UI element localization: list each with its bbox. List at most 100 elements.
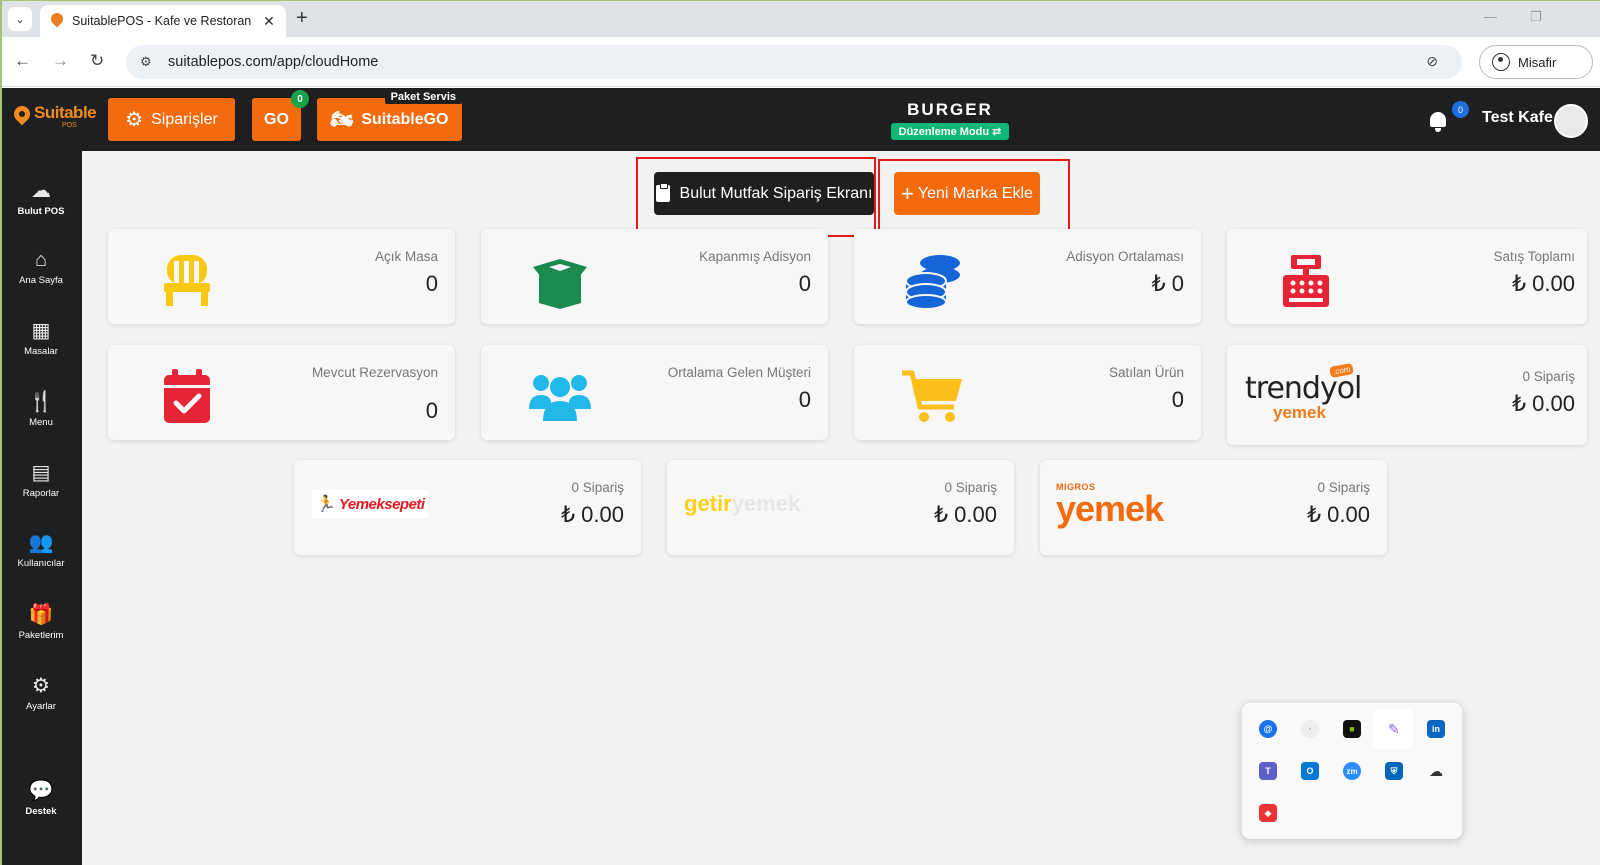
sidebar-item-kullanicilar[interactable]: 👥 Kullanıcılar — [2, 531, 80, 569]
chat-icon: 💬 — [28, 780, 54, 802]
gears-icon: ⚙ — [125, 109, 144, 131]
tray-app-icon[interactable]: @ — [1259, 720, 1277, 738]
sidebar-item-masalar[interactable]: ▦ Masalar — [2, 319, 80, 357]
outlook-icon[interactable]: O — [1301, 762, 1319, 780]
chair-icon — [154, 253, 220, 309]
brand-name: BURGER — [907, 100, 993, 119]
sidebar-item-label: Menu — [29, 417, 53, 428]
calendar-check-icon — [154, 369, 220, 425]
app-header: Suitable POS ⚙ Siparişler GO 0 🏍 Suitabl… — [2, 88, 1600, 151]
migros-logo-b: yemek — [1056, 488, 1164, 529]
integration-card-getir[interactable]: getiryemek 0 Sipariş ₺ 0.00 — [667, 460, 1014, 555]
tab-close-icon[interactable]: ✕ — [260, 13, 278, 30]
new-tab-button[interactable]: + — [296, 7, 308, 30]
sidebar-item-destek[interactable]: 💬 Destek — [2, 779, 80, 817]
sidebar-item-label: Bulut POS — [17, 206, 65, 217]
anydesk-icon[interactable]: ◆ — [1259, 804, 1277, 822]
user-name[interactable]: Test Kafe — [1482, 109, 1553, 127]
integration-amount: ₺ 0.00 — [561, 502, 624, 527]
running-man-icon: 🏃 — [316, 496, 336, 513]
stat-value: 0 — [798, 271, 811, 296]
teams-icon[interactable]: T — [1259, 762, 1277, 780]
stat-card-closed-checks: Kapanmış Adisyon 0 — [481, 229, 828, 324]
sidebar: ☁ Bulut POS ⌂ Ana Sayfa ▦ Masalar 🍴 Menu… — [2, 151, 82, 865]
yemeksepeti-logo-text: Yemeksepeti — [338, 495, 425, 513]
stat-label: Satılan Ürün — [1108, 365, 1184, 380]
linkedin-icon[interactable]: in — [1427, 720, 1445, 738]
stat-card-avg-customers: Ortalama Gelen Müşteri 0 — [481, 345, 828, 440]
stat-card-total-sales: Satış Toplamı ₺ 0.00 — [1227, 229, 1587, 324]
integration-card-trendyol[interactable]: trendyol yemek .com 0 Sipariş ₺ 0.00 — [1227, 345, 1587, 445]
suitablego-button[interactable]: 🏍 SuitableGO Paket Servis — [317, 90, 462, 141]
tab-title: SuitablePOS - Kafe ve Restoran — [72, 14, 252, 28]
profile-button[interactable]: Misafir — [1479, 45, 1593, 79]
home-icon: ⌂ — [34, 249, 48, 271]
sidebar-item-bulut-pos[interactable]: ☁ Bulut POS — [2, 179, 80, 217]
orders-button[interactable]: ⚙ Siparişler — [108, 98, 235, 141]
cash-register-icon — [1273, 253, 1339, 309]
sidebar-item-label: Paketlerim — [18, 630, 64, 641]
minimize-icon[interactable]: — — [1484, 9, 1497, 24]
integration-orders: 0 Sipariş — [571, 480, 624, 495]
stat-label: Mevcut Rezervasyon — [311, 365, 438, 380]
onedrive-offline-icon[interactable]: ☁ — [1427, 762, 1445, 780]
nvidia-icon[interactable]: ■ — [1343, 720, 1361, 738]
edit-mode-toggle[interactable]: Düzenleme Modu ⇄ — [890, 123, 1010, 140]
integration-amount: ₺ 0.00 — [934, 502, 997, 527]
open-box-icon — [527, 253, 593, 309]
stat-card-open-tables: Açık Masa 0 — [108, 229, 455, 324]
table-icon: ▦ — [31, 320, 51, 342]
suitable-logo[interactable]: Suitable POS — [12, 104, 97, 130]
integration-card-yemeksepeti[interactable]: 🏃 Yemeksepeti 0 Sipariş ₺ 0.00 — [294, 460, 641, 555]
system-tray-popup: @ · ■ ✎ in T O zm ⛨ ☁ ◆ — [1242, 703, 1462, 839]
integration-amount: ₺ 0.00 — [1307, 502, 1370, 527]
trendyol-logo-main: trendyol — [1245, 371, 1362, 406]
orders-label: Siparişler — [151, 110, 218, 128]
stat-label: Ortalama Gelen Müşteri — [667, 365, 811, 380]
zoom-icon[interactable]: zm — [1343, 762, 1361, 780]
users-icon: 👥 — [28, 532, 54, 554]
sidebar-item-menu[interactable]: 🍴 Menu — [2, 390, 80, 428]
pin-logo-icon — [12, 104, 32, 130]
tab-search-button[interactable]: ⌄ — [8, 7, 32, 31]
sidebar-item-paketlerim[interactable]: 🎁 Paketlerim — [2, 603, 80, 641]
highlight-frame-new-brand — [878, 159, 1070, 233]
reload-icon[interactable]: ↻ — [90, 51, 104, 71]
stat-value: 0 — [425, 271, 438, 296]
site-settings-icon[interactable]: ⚙ — [140, 54, 156, 70]
stat-value: ₺ 0.00 — [1512, 271, 1575, 296]
tray-blank-icon[interactable]: · — [1301, 720, 1319, 738]
cloud-icon: ☁ — [31, 180, 51, 202]
person-icon — [1492, 53, 1510, 71]
cart-icon — [900, 369, 966, 425]
stat-value: ₺ 0 — [1151, 271, 1184, 296]
integration-orders: 0 Sipariş — [1317, 480, 1370, 495]
defender-icon[interactable]: ⛨ — [1385, 762, 1403, 780]
bell-icon[interactable] — [1428, 110, 1448, 132]
go-button[interactable]: GO 0 — [252, 90, 309, 141]
sidebar-item-label: Kullanıcılar — [17, 558, 65, 569]
browser-tab[interactable]: SuitablePOS - Kafe ve Restoran ✕ — [40, 5, 286, 37]
restore-icon[interactable]: ❐ — [1530, 9, 1542, 25]
utensils-icon: 🍴 — [28, 391, 54, 413]
getir-yemek-logo: getiryemek — [684, 491, 800, 517]
migros-yemek-logo: MIGROS yemek — [1056, 482, 1164, 529]
tracking-protection-icon[interactable]: ⊘ — [1426, 53, 1438, 70]
avatar[interactable] — [1554, 104, 1588, 138]
coins-icon — [900, 253, 966, 310]
sidebar-item-ana-sayfa[interactable]: ⌂ Ana Sayfa — [2, 248, 80, 286]
sidebar-item-ayarlar[interactable]: ⚙ Ayarlar — [2, 674, 80, 712]
integration-card-migros[interactable]: MIGROS yemek 0 Sipariş ₺ 0.00 — [1040, 460, 1387, 555]
yemeksepeti-logo: 🏃 Yemeksepeti — [312, 490, 428, 518]
sidebar-item-raporlar[interactable]: ▤ Raporlar — [2, 461, 80, 499]
forward-icon[interactable]: → — [52, 51, 69, 71]
paket-servis-label: Paket Servis — [384, 90, 462, 104]
integration-orders: 0 Sipariş — [944, 480, 997, 495]
browser-window: ⌄ SuitablePOS - Kafe ve Restoran ✕ + — ❐… — [0, 0, 1600, 865]
stat-value: 0 — [798, 387, 811, 412]
url-field[interactable]: ⚙ suitablepos.com/app/cloudHome ⊘ — [126, 45, 1462, 79]
profile-label: Misafir — [1518, 54, 1557, 70]
feather-icon[interactable]: ✎ — [1385, 720, 1403, 738]
back-icon[interactable]: ← — [14, 51, 31, 71]
sidebar-item-label: Ana Sayfa — [19, 275, 63, 286]
